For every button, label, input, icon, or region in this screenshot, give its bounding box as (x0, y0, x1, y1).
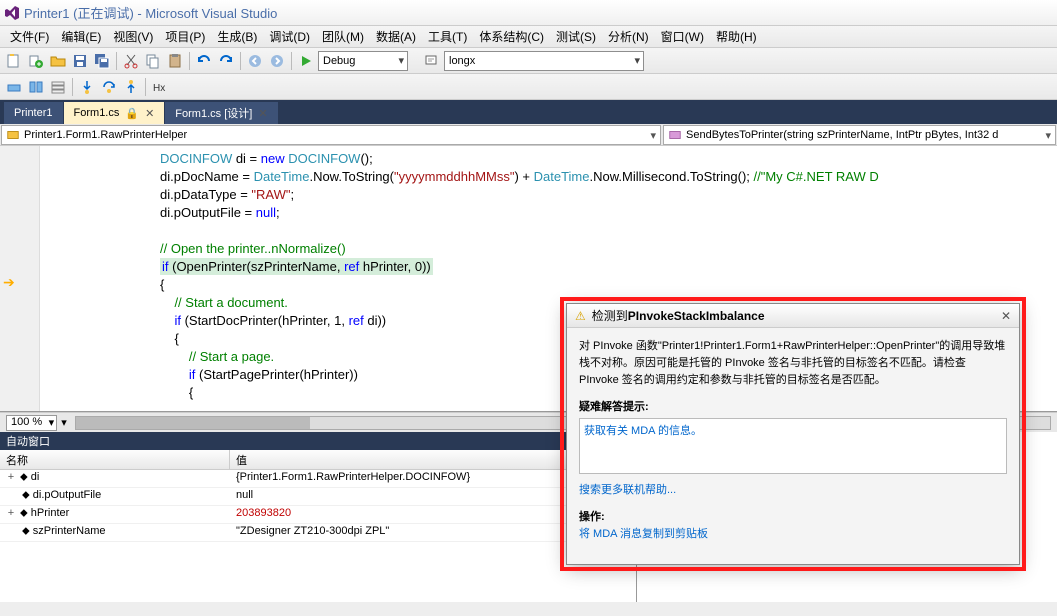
expander-icon[interactable]: + (6, 471, 16, 483)
separator (116, 52, 117, 70)
close-icon[interactable]: ✕ (1001, 309, 1011, 323)
menu-analyze[interactable]: 分析(N) (602, 26, 655, 47)
dialog-title-prefix: 检测到 (592, 307, 628, 324)
menubar: 文件(F) 编辑(E) 视图(V) 项目(P) 生成(B) 调试(D) 团队(M… (0, 26, 1057, 48)
toolbar-1: Debug longx (0, 48, 1057, 74)
svg-text:Hx: Hx (153, 83, 165, 94)
copy-icon[interactable] (143, 51, 163, 71)
lock-icon: 🔒 (125, 107, 139, 120)
window-title: Printer1 (正在调试) - Microsoft Visual Studi… (24, 3, 277, 22)
dialog-body: 对 PInvoke 函数"Printer1!Printer1.Form1+Raw… (567, 328, 1019, 553)
menu-file[interactable]: 文件(F) (4, 26, 55, 47)
table-row[interactable]: +⬥ hPrinter203893820 (0, 506, 636, 524)
autos-grid: +⬥ di{Printer1.Form1.RawPrinterHelper.DO… (0, 470, 636, 602)
scrollbar-thumb[interactable] (76, 417, 310, 429)
tabbar: Printer1 Form1.cs🔒✕ Form1.cs [设计]✕ (0, 100, 1057, 124)
nav-row: Printer1.Form1.RawPrinterHelper SendByte… (0, 124, 1057, 146)
toolbar-2: Hx (0, 74, 1057, 100)
menu-help[interactable]: 帮助(H) (710, 26, 763, 47)
table-row[interactable]: ⬥ szPrinterName"ZDesigner ZT210-300dpi Z… (0, 524, 636, 542)
step-over-icon[interactable] (99, 77, 119, 97)
stack-icon[interactable] (48, 77, 68, 97)
open-icon[interactable] (48, 51, 68, 71)
find-icon[interactable] (422, 51, 442, 71)
titlebar: Printer1 (正在调试) - Microsoft Visual Studi… (0, 0, 1057, 26)
type-nav-combo[interactable]: Printer1.Form1.RawPrinterHelper (1, 125, 661, 145)
hint-box[interactable]: 获取有关 MDA 的信息。 (579, 418, 1007, 474)
warning-icon: ⚠ (575, 309, 586, 323)
table-row[interactable]: ⬥ di.pOutputFilenull (0, 488, 636, 506)
menu-test[interactable]: 测试(S) (550, 26, 602, 47)
hint-title: 疑难解答提示: (579, 399, 1007, 416)
close-icon[interactable]: ✕ (258, 107, 267, 120)
mda-dialog: ⚠ 检测到 PInvokeStackImbalance ✕ 对 PInvoke … (566, 303, 1020, 565)
menu-data[interactable]: 数据(A) (370, 26, 422, 47)
table-row[interactable]: +⬥ di{Printer1.Form1.RawPrinterHelper.DO… (0, 470, 636, 488)
find-combo[interactable]: longx (444, 51, 644, 71)
grid-header: 名称 值 (0, 450, 636, 470)
copy-mda-link[interactable]: 将 MDA 消息复制到剪贴板 (579, 528, 708, 540)
process-icon[interactable] (4, 77, 24, 97)
dialog-header: ⚠ 检测到 PInvokeStackImbalance ✕ (567, 304, 1019, 328)
search-help-link[interactable]: 搜索更多联机帮助... (579, 484, 676, 496)
class-icon (6, 128, 20, 142)
redo-icon[interactable] (216, 51, 236, 71)
expander-icon[interactable]: + (6, 507, 16, 519)
save-all-icon[interactable] (92, 51, 112, 71)
start-debug-icon[interactable] (296, 51, 316, 71)
step-into-icon[interactable] (77, 77, 97, 97)
hex-icon[interactable]: Hx (150, 77, 170, 97)
mda-info-link[interactable]: 获取有关 MDA 的信息。 (584, 425, 702, 437)
current-statement-icon: ➔ (3, 274, 15, 291)
menu-build[interactable]: 生成(B) (211, 26, 263, 47)
dialog-message: 对 PInvoke 函数"Printer1!Printer1.Form1+Raw… (579, 338, 1007, 389)
menu-debug[interactable]: 调试(D) (263, 26, 316, 47)
undo-icon[interactable] (194, 51, 214, 71)
menu-team[interactable]: 团队(M) (316, 26, 370, 47)
separator (240, 52, 241, 70)
separator (189, 52, 190, 70)
separator (145, 78, 146, 96)
tab-printer1[interactable]: Printer1 (4, 102, 63, 124)
menu-edit[interactable]: 编辑(E) (55, 26, 107, 47)
cut-icon[interactable] (121, 51, 141, 71)
tab-form1-design[interactable]: Form1.cs [设计]✕ (165, 102, 277, 124)
thread-icon[interactable] (26, 77, 46, 97)
autos-title: 自动窗口 (0, 432, 636, 450)
zoom-combo[interactable]: 100 % (6, 415, 57, 431)
save-icon[interactable] (70, 51, 90, 71)
step-out-icon[interactable] (121, 77, 141, 97)
separator (72, 78, 73, 96)
separator (291, 52, 292, 70)
menu-view[interactable]: 视图(V) (107, 26, 159, 47)
tab-form1-cs[interactable]: Form1.cs🔒✕ (64, 102, 165, 124)
splitter-icon[interactable]: ▾ (61, 416, 67, 429)
close-icon[interactable]: ✕ (145, 107, 154, 120)
add-item-icon[interactable] (26, 51, 46, 71)
col-name-header[interactable]: 名称 (0, 450, 230, 469)
member-nav-combo[interactable]: SendBytesToPrinter(string szPrinterName,… (663, 125, 1056, 145)
nav-fwd-icon[interactable] (267, 51, 287, 71)
dialog-title: PInvokeStackImbalance (628, 309, 765, 323)
menu-tools[interactable]: 工具(T) (422, 26, 473, 47)
menu-window[interactable]: 窗口(W) (655, 26, 710, 47)
ops-title: 操作: (579, 509, 1007, 526)
nav-back-icon[interactable] (245, 51, 265, 71)
config-dropdown[interactable]: Debug (318, 51, 408, 71)
vs-logo-icon (4, 5, 20, 21)
paste-icon[interactable] (165, 51, 185, 71)
method-icon (668, 128, 682, 142)
menu-project[interactable]: 项目(P) (159, 26, 211, 47)
menu-architecture[interactable]: 体系结构(C) (473, 26, 550, 47)
autos-pane: 自动窗口 名称 值 +⬥ di{Printer1.Form1.RawPrinte… (0, 432, 637, 602)
new-project-icon[interactable] (4, 51, 24, 71)
